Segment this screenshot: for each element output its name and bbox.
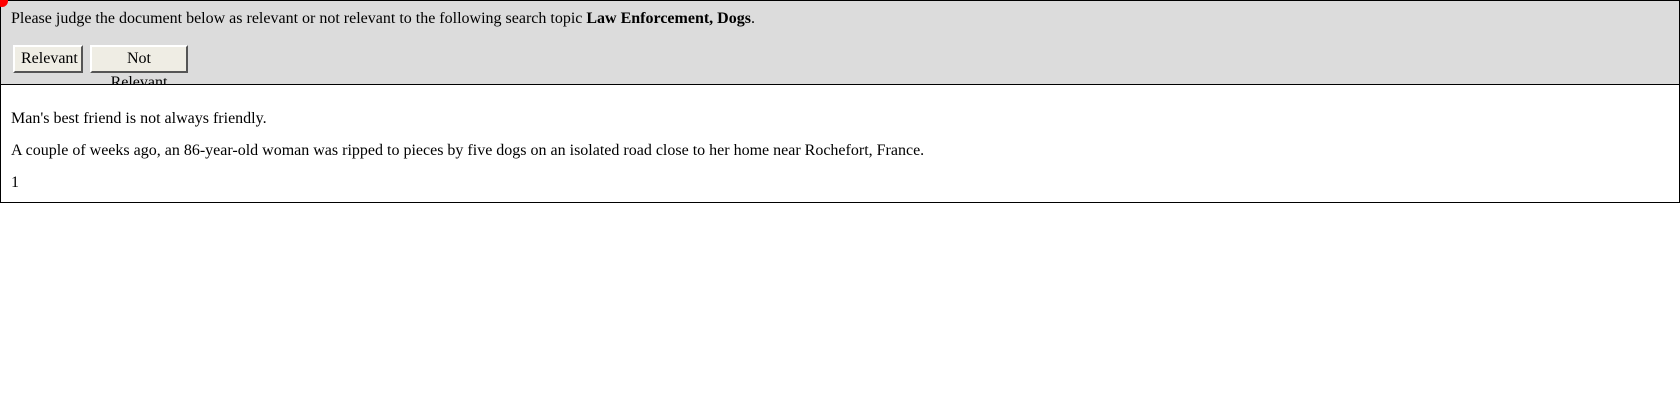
relevant-button[interactable]: Relevant (13, 45, 83, 73)
instruction-prefix: Please judge the document below as relev… (11, 10, 587, 27)
instruction-suffix: . (750, 10, 755, 27)
document-panel: Man's best friend is not always friendly… (0, 84, 1680, 203)
document-body-text: A couple of weeks ago, an 86-year-old wo… (11, 142, 925, 159)
search-topic: Law Enforcement, Dogs (586, 10, 751, 27)
not-relevant-button[interactable]: Not Relevant (90, 45, 188, 91)
instruction-text: Please judge the document below as relev… (11, 9, 755, 28)
judgment-header-panel: Please judge the document below as relev… (0, 0, 1680, 91)
document-page-number: 1 (11, 174, 19, 191)
document-headline: Man's best friend is not always friendly… (11, 110, 267, 127)
